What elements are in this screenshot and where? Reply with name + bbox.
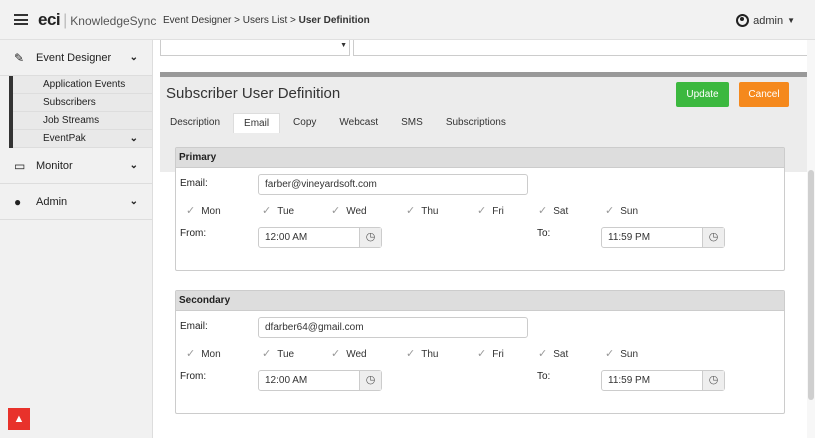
tab-subscriptions[interactable]: Subscriptions bbox=[436, 113, 516, 133]
secondary-email-field[interactable]: dfarber64@gmail.com bbox=[258, 317, 528, 338]
check-icon: ✓ bbox=[331, 348, 341, 360]
day-checkbox-sat[interactable]: ✓ Sat bbox=[538, 347, 568, 360]
day-checkbox-wed[interactable]: ✓ Wed bbox=[331, 204, 367, 217]
check-icon: ✓ bbox=[262, 205, 272, 217]
vertical-scrollbar[interactable] bbox=[807, 40, 815, 438]
check-icon: ✓ bbox=[538, 348, 548, 360]
main-content: ▼ Subscriber User Definition Update Canc… bbox=[160, 40, 810, 438]
hamburger-menu-icon[interactable] bbox=[14, 14, 28, 25]
sidebar-item-label: Event Designer bbox=[36, 51, 112, 64]
day-checkbox-sat[interactable]: ✓ Sat bbox=[538, 204, 568, 217]
email-label: Email: bbox=[180, 321, 208, 332]
primary-to-time[interactable]: 11:59 PM ◷ bbox=[601, 227, 725, 248]
tab-copy[interactable]: Copy bbox=[283, 113, 326, 133]
sidebar-item-label: Monitor bbox=[36, 159, 73, 172]
logo-knowledgesync: KnowledgeSync bbox=[70, 14, 157, 28]
clock-icon[interactable]: ◷ bbox=[359, 228, 381, 247]
sidebar-item-eventpak[interactable]: EventPak ⌄ bbox=[13, 130, 152, 148]
check-icon: ✓ bbox=[406, 205, 416, 217]
top-fields: ▼ bbox=[160, 40, 810, 58]
day-checkbox-thu[interactable]: ✓ Thu bbox=[406, 347, 438, 360]
day-checkbox-mon[interactable]: ✓ Mon bbox=[186, 204, 221, 217]
user-icon: ● bbox=[14, 194, 22, 209]
check-icon: ✓ bbox=[331, 205, 341, 217]
day-checkbox-tue[interactable]: ✓ Tue bbox=[262, 204, 294, 217]
day-checkbox-wed[interactable]: ✓ Wed bbox=[331, 347, 367, 360]
primary-heading: Primary bbox=[176, 148, 784, 168]
day-checkbox-mon[interactable]: ✓ Mon bbox=[186, 347, 221, 360]
chevron-down-icon: ⌄ bbox=[129, 160, 138, 171]
check-icon: ✓ bbox=[477, 205, 487, 217]
top-select[interactable]: ▼ bbox=[160, 40, 350, 56]
breadcrumb-current: User Definition bbox=[298, 15, 370, 26]
secondary-section: Secondary Email: dfarber64@gmail.com ✓ Mo… bbox=[175, 290, 785, 414]
check-icon: ✓ bbox=[605, 348, 615, 360]
check-icon: ✓ bbox=[605, 205, 615, 217]
user-circle-icon bbox=[736, 14, 750, 27]
sidebar-submenu: Application Events Subscribers Job Strea… bbox=[9, 76, 152, 148]
caret-down-icon: ▼ bbox=[340, 42, 347, 49]
monitor-icon: ▭ bbox=[14, 158, 26, 173]
day-checkbox-sun[interactable]: ✓ Sun bbox=[605, 347, 638, 360]
sidebar-item-job-streams[interactable]: Job Streams bbox=[13, 112, 152, 130]
clock-icon[interactable]: ◷ bbox=[702, 228, 724, 247]
day-checkbox-thu[interactable]: ✓ Thu bbox=[406, 204, 438, 217]
cancel-button[interactable]: Cancel bbox=[739, 82, 789, 107]
top-input[interactable] bbox=[353, 40, 810, 56]
check-icon: ✓ bbox=[477, 348, 487, 360]
page-title: Subscriber User Definition bbox=[166, 85, 341, 102]
day-checkbox-fri[interactable]: ✓ Fri bbox=[477, 204, 504, 217]
day-checkbox-tue[interactable]: ✓ Tue bbox=[262, 347, 294, 360]
clock-icon[interactable]: ◷ bbox=[702, 371, 724, 390]
from-label: From: bbox=[180, 371, 207, 382]
sidebar-item-event-designer[interactable]: ✎ Event Designer ⌄ bbox=[0, 40, 152, 76]
sidebar-item-label: Admin bbox=[36, 195, 68, 208]
to-label: To: bbox=[537, 228, 551, 239]
secondary-heading: Secondary bbox=[176, 291, 784, 311]
top-bar: eci | KnowledgeSync Event Designer > Users… bbox=[0, 0, 815, 40]
day-checkbox-sun[interactable]: ✓ Sun bbox=[605, 204, 638, 217]
check-icon: ✓ bbox=[538, 205, 548, 217]
from-label: From: bbox=[180, 228, 207, 239]
sidebar-item-admin[interactable]: ● Admin ⌄ bbox=[0, 184, 152, 220]
logo-eci: eci bbox=[38, 10, 61, 29]
secondary-to-time[interactable]: 11:59 PM ◷ bbox=[601, 370, 725, 391]
chevron-down-icon: ⌄ bbox=[129, 52, 138, 63]
chevron-down-icon: ⌄ bbox=[129, 196, 138, 207]
sidebar: ✎ Event Designer ⌄ Application Events Su… bbox=[0, 40, 153, 438]
primary-email-field[interactable]: farber@vineyardsoft.com bbox=[258, 174, 528, 195]
sidebar-item-monitor[interactable]: ▭ Monitor ⌄ bbox=[0, 148, 152, 184]
caret-down-icon: ▼ bbox=[787, 16, 795, 25]
tab-email[interactable]: Email bbox=[233, 113, 281, 133]
user-name: admin bbox=[753, 14, 784, 27]
primary-from-time[interactable]: 12:00 AM ◷ bbox=[258, 227, 382, 248]
secondary-from-time[interactable]: 12:00 AM ◷ bbox=[258, 370, 382, 391]
tab-sms[interactable]: SMS bbox=[391, 113, 433, 133]
breadcrumb: Event Designer > Users List > User Defin… bbox=[163, 15, 370, 26]
tab-webcast[interactable]: Webcast bbox=[329, 113, 388, 133]
edit-icon: ✎ bbox=[14, 50, 25, 65]
day-checkbox-fri[interactable]: ✓ Fri bbox=[477, 347, 504, 360]
to-label: To: bbox=[537, 371, 551, 382]
email-label: Email: bbox=[180, 178, 208, 189]
sidebar-item-application-events[interactable]: Application Events bbox=[13, 76, 152, 94]
check-icon: ✓ bbox=[186, 205, 196, 217]
sidebar-item-label: EventPak bbox=[43, 133, 86, 144]
check-icon: ✓ bbox=[406, 348, 416, 360]
sidebar-item-subscribers[interactable]: Subscribers bbox=[13, 94, 152, 112]
scrollbar-thumb[interactable] bbox=[808, 170, 814, 400]
primary-section: Primary Email: farber@vineyardsoft.com ✓… bbox=[175, 147, 785, 271]
app-logo: eci | KnowledgeSync bbox=[38, 10, 157, 29]
breadcrumb-path[interactable]: Event Designer > Users List > bbox=[163, 15, 299, 26]
tab-bar: Description Email Copy Webcast SMS Subsc… bbox=[160, 113, 519, 133]
check-icon: ✓ bbox=[186, 348, 196, 360]
chevron-down-icon: ⌄ bbox=[129, 133, 138, 144]
chevron-up-icon: ▲ bbox=[13, 413, 25, 425]
tab-description[interactable]: Description bbox=[160, 113, 230, 133]
clock-icon[interactable]: ◷ bbox=[359, 371, 381, 390]
update-button[interactable]: Update bbox=[676, 82, 729, 107]
user-menu[interactable]: admin ▼ bbox=[736, 14, 795, 27]
check-icon: ✓ bbox=[262, 348, 272, 360]
scroll-to-top-button[interactable]: ▲ bbox=[8, 408, 30, 430]
